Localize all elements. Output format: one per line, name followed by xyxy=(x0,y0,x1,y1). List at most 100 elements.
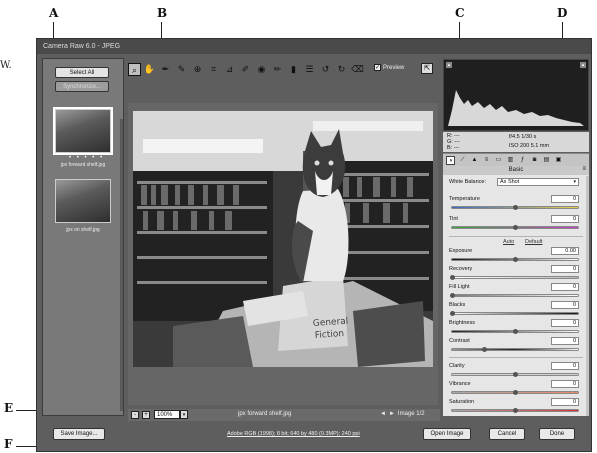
rotate-ccw-icon[interactable]: ↺ xyxy=(319,63,332,76)
zoom-tool-icon[interactable]: ⌕ xyxy=(128,63,141,76)
slider-value-fill-light[interactable]: 0 xyxy=(551,283,579,291)
adjustment-brush-tool-icon[interactable]: ✏ xyxy=(271,63,284,76)
slider-value-saturation[interactable]: 0 xyxy=(551,398,579,406)
slider-value-recovery[interactable]: 0 xyxy=(551,265,579,273)
slider-track-saturation[interactable] xyxy=(451,408,579,413)
rotate-cw-icon[interactable]: ↻ xyxy=(335,63,348,76)
straighten-tool-icon[interactable]: ⊿ xyxy=(223,63,236,76)
window-title: Camera Raw 6.0 - JPEG xyxy=(37,39,591,54)
slider-value-contrast[interactable]: 0 xyxy=(551,337,579,345)
slider-handle[interactable] xyxy=(450,275,455,280)
slider-track-fill-light[interactable] xyxy=(450,293,579,298)
slider-track-exposure[interactable] xyxy=(451,257,579,262)
crop-tool-icon[interactable]: ⌗ xyxy=(207,63,220,76)
open-image-button[interactable]: Open Image xyxy=(423,428,471,440)
tab-presets-icon[interactable]: ▤ xyxy=(542,156,551,165)
tab-basic-icon[interactable]: ◑ xyxy=(446,156,455,165)
slider-label-blacks: Blacks xyxy=(449,302,466,308)
histogram-graph xyxy=(448,90,584,126)
slider-track-temperature[interactable] xyxy=(451,205,579,210)
slider-value-blacks[interactable]: 0 xyxy=(551,301,579,309)
slider-handle[interactable] xyxy=(513,408,518,413)
tab-split-toning-icon[interactable]: ▭ xyxy=(494,156,503,165)
select-all-button[interactable]: Select All xyxy=(55,67,109,78)
white-balance-select[interactable]: As Shot ▾ xyxy=(497,178,579,186)
hand-tool-icon[interactable]: ✋ xyxy=(143,63,156,76)
filmstrip-thumbnail-2[interactable] xyxy=(55,179,111,223)
tab-detail-icon[interactable]: ▲ xyxy=(470,156,479,165)
slider-value-vibrance[interactable]: 0 xyxy=(551,380,579,388)
callout-c: C xyxy=(455,6,465,20)
zoom-out-button[interactable]: - xyxy=(131,411,139,419)
slider-track-blacks[interactable] xyxy=(450,311,579,316)
slider-handle[interactable] xyxy=(513,225,518,230)
tab-camera-calibration-icon[interactable]: ◙ xyxy=(530,156,539,165)
filmstrip-panel: Select All Synchronize... • • • • • jpx … xyxy=(42,58,124,416)
synchronize-button[interactable]: Synchronize... xyxy=(55,81,109,92)
rating-stars[interactable]: • • • • • xyxy=(69,155,104,161)
slider-track-brightness[interactable] xyxy=(451,329,579,334)
image-canvas[interactable]: General Fiction xyxy=(128,103,438,405)
color-sampler-tool-icon[interactable]: ✎ xyxy=(175,63,188,76)
white-balance-tool-icon[interactable]: ✒ xyxy=(159,63,172,76)
slider-handle[interactable] xyxy=(513,257,518,262)
panel-menu-icon[interactable]: ≡ xyxy=(582,166,586,172)
callout-b: B xyxy=(157,6,168,20)
default-link[interactable]: Default xyxy=(525,239,542,245)
slider-handle[interactable] xyxy=(450,311,455,316)
slider-value-exposure[interactable]: 0.00 xyxy=(551,247,579,255)
slider-track-recovery[interactable] xyxy=(450,275,579,280)
slider-handle[interactable] xyxy=(513,205,518,210)
next-image-icon[interactable]: ► xyxy=(389,411,395,417)
aperture-shutter: f/4.5 1/30 s xyxy=(509,134,537,140)
slider-handle[interactable] xyxy=(513,390,518,395)
highlight-clipping-icon[interactable]: ▴ xyxy=(580,62,586,68)
tab-hsl-icon[interactable]: ≡ xyxy=(482,156,491,165)
iso-focal-length: ISO 200 5.1 mm xyxy=(509,143,550,149)
trash-icon[interactable]: ⌫ xyxy=(351,63,364,76)
previous-image-icon[interactable]: ◄ xyxy=(380,411,386,417)
save-image-button[interactable]: Save Image... xyxy=(53,428,105,440)
white-balance-value: As Shot xyxy=(500,179,520,185)
slider-track-vibrance[interactable] xyxy=(451,390,579,395)
fullscreen-icon[interactable]: ⇱ xyxy=(421,63,433,74)
zoom-dropdown-icon[interactable]: ▾ xyxy=(180,410,188,419)
spot-removal-tool-icon[interactable]: ✐ xyxy=(239,63,252,76)
slider-value-tint[interactable]: 0 xyxy=(551,215,579,223)
panel-scrollbar[interactable] xyxy=(586,176,589,416)
slider-track-contrast[interactable] xyxy=(451,347,579,352)
slider-label-contrast: Contrast xyxy=(449,338,470,344)
red-eye-tool-icon[interactable]: ◉ xyxy=(255,63,268,76)
slider-handle[interactable] xyxy=(513,329,518,334)
slider-handle[interactable] xyxy=(481,347,487,352)
slider-value-clarity[interactable]: 0 xyxy=(551,362,579,370)
preferences-icon[interactable]: ☰ xyxy=(303,63,316,76)
slider-value-temperature[interactable]: 0 xyxy=(551,195,579,203)
preview-label: Preview xyxy=(383,64,405,71)
slider-track-clarity[interactable] xyxy=(451,372,579,377)
white-balance-label: White Balance: xyxy=(449,179,486,185)
slider-value-brightness[interactable]: 0 xyxy=(551,319,579,327)
preview-toggle[interactable]: ✓ Preview xyxy=(374,64,404,71)
filmstrip-thumbnail-1[interactable] xyxy=(53,107,113,155)
cancel-button[interactable]: Cancel xyxy=(489,428,525,440)
auto-link[interactable]: Auto xyxy=(503,239,514,245)
slider-handle[interactable] xyxy=(450,293,455,298)
tab-tone-curve-icon[interactable]: ⟋ xyxy=(458,156,467,165)
graduated-filter-tool-icon[interactable]: ▮ xyxy=(287,63,300,76)
zoom-level-field[interactable]: 100% xyxy=(154,410,180,419)
slider-label-brightness: Brightness xyxy=(449,320,475,326)
targeted-adjustment-tool-icon[interactable]: ⊕ xyxy=(191,63,204,76)
tab-lens-corrections-icon[interactable]: ▥ xyxy=(506,156,515,165)
bookstore-cat-photo: General Fiction xyxy=(133,111,433,367)
workflow-options-link[interactable]: Adobe RGB (1998); 8 bit; 640 by 480 (0.3… xyxy=(227,431,360,437)
footer-bar: Save Image... Adobe RGB (1998); 8 bit; 6… xyxy=(37,424,591,453)
slider-handle[interactable] xyxy=(513,372,518,377)
shadow-clipping-icon[interactable]: ▴ xyxy=(446,62,452,68)
tab-effects-icon[interactable]: ƒ xyxy=(518,156,527,165)
zoom-in-button[interactable]: + xyxy=(142,411,150,419)
slider-track-tint[interactable] xyxy=(451,225,579,230)
preview-checkbox[interactable]: ✓ xyxy=(374,64,381,71)
tab-snapshots-icon[interactable]: ▣ xyxy=(554,156,563,165)
done-button[interactable]: Done xyxy=(539,428,575,440)
